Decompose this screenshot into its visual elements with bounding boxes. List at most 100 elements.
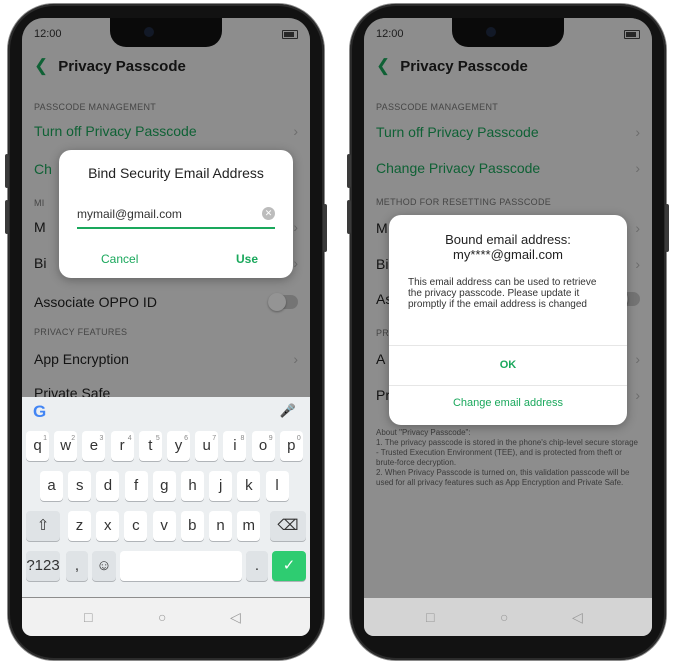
key-u[interactable]: u7 xyxy=(195,431,219,461)
key-label: ✓ xyxy=(282,557,296,574)
phone-right: 12:00 ❮ Privacy Passcode PASSCODE MANAGE… xyxy=(347,4,669,660)
key-hint: 8 xyxy=(240,435,245,442)
phone-left: 12:00 ❮ Privacy Passcode PASSCODE MANAGE… xyxy=(5,4,327,660)
key-d[interactable]: d xyxy=(96,471,120,501)
microphone-icon[interactable]: 🎤 xyxy=(280,403,296,419)
key-x[interactable]: x xyxy=(96,511,120,541)
key-g[interactable]: g xyxy=(152,471,176,501)
divider xyxy=(389,345,627,346)
space-key[interactable] xyxy=(120,551,242,581)
dialog-title-line1: Bound email address: xyxy=(445,232,571,247)
backspace-key[interactable]: ⌫ xyxy=(270,511,306,541)
volume-button xyxy=(347,154,351,188)
key-a[interactable]: a xyxy=(40,471,63,501)
key-label: t xyxy=(148,437,153,454)
divider xyxy=(389,385,627,386)
email-input[interactable] xyxy=(77,203,247,225)
key-l[interactable]: l xyxy=(265,471,289,501)
key-label: h xyxy=(188,477,197,494)
key-v[interactable]: v xyxy=(152,511,176,541)
key-label: o xyxy=(258,437,268,454)
key-label: z xyxy=(75,517,84,534)
key-label: b xyxy=(188,517,197,534)
key-e[interactable]: e3 xyxy=(82,431,106,461)
key-p[interactable]: p0 xyxy=(279,431,303,461)
google-icon[interactable]: G xyxy=(33,402,46,422)
symbols-key[interactable]: ?123 xyxy=(26,551,60,581)
key-label: d xyxy=(103,477,113,494)
change-email-button[interactable]: Change email address xyxy=(389,397,627,409)
key-b[interactable]: b xyxy=(180,511,204,541)
key-label: ?123 xyxy=(26,557,60,574)
key-label: u xyxy=(202,437,211,454)
key-hint: 0 xyxy=(296,435,301,442)
key-hint: 1 xyxy=(43,435,47,442)
key-w[interactable]: w2 xyxy=(54,431,78,461)
navigation-bar: □ ○ ◁ xyxy=(364,598,652,636)
key-s[interactable]: s xyxy=(68,471,92,501)
key-k[interactable]: k xyxy=(237,471,261,501)
key-label: x xyxy=(103,517,112,534)
dialog-title: Bind Security Email Address xyxy=(88,165,264,181)
key-label: w xyxy=(60,437,72,454)
navigation-bar: □ ○ ◁ xyxy=(22,598,310,636)
cancel-button[interactable]: Cancel xyxy=(101,252,138,266)
key-label: , xyxy=(74,557,80,574)
key-c[interactable]: c xyxy=(124,511,148,541)
key-label: m xyxy=(242,517,255,534)
key-o[interactable]: o9 xyxy=(251,431,275,461)
key-label: s xyxy=(75,477,84,494)
screen-right: 12:00 ❮ Privacy Passcode PASSCODE MANAGE… xyxy=(364,18,652,636)
emoji-key[interactable]: ☺ xyxy=(92,551,116,581)
key-label: c xyxy=(132,517,140,534)
key-q[interactable]: q1 xyxy=(26,431,49,461)
volume-button xyxy=(5,200,9,234)
key-label: ⇧ xyxy=(36,517,50,534)
dialog-body: This email address can be used to retrie… xyxy=(408,277,597,310)
period-key[interactable]: . xyxy=(246,551,268,581)
key-label: k xyxy=(245,477,253,494)
shift-key[interactable]: ⇧ xyxy=(26,511,60,541)
volume-button xyxy=(5,154,9,188)
key-hint: 5 xyxy=(155,435,160,442)
key-f[interactable]: f xyxy=(124,471,148,501)
ok-button[interactable]: OK xyxy=(389,359,627,371)
key-z[interactable]: z xyxy=(68,511,91,541)
key-i[interactable]: i8 xyxy=(223,431,247,461)
comma-key[interactable]: , xyxy=(66,551,88,581)
dialog-title: Bound email address: my****@gmail.com xyxy=(389,232,627,262)
back-icon[interactable]: ◁ xyxy=(572,609,583,626)
key-label: i xyxy=(233,437,237,454)
back-icon[interactable]: ◁ xyxy=(230,609,241,626)
key-label: q xyxy=(33,437,42,454)
key-m[interactable]: m xyxy=(237,511,261,541)
key-label: r xyxy=(119,437,125,454)
power-button xyxy=(323,204,327,252)
key-j[interactable]: j xyxy=(209,471,233,501)
key-h[interactable]: h xyxy=(181,471,204,501)
recent-apps-icon[interactable]: □ xyxy=(84,609,92,625)
key-label: e xyxy=(89,437,99,454)
email-field: ✕ xyxy=(77,203,275,229)
key-r[interactable]: r4 xyxy=(110,431,134,461)
clear-icon[interactable]: ✕ xyxy=(262,207,275,220)
key-label: n xyxy=(216,517,225,534)
keyboard: G 🎤 q 1 w 2 e 3 r 4 t 5 y 6 u 7 i 8 o 9 p 0 a s d f g h j k l ⇧ z x c v b n… xyxy=(22,397,310,597)
key-y[interactable]: y6 xyxy=(167,431,190,461)
key-hint: 7 xyxy=(212,435,217,442)
key-label: l xyxy=(275,477,279,494)
keyboard-toolbar: G 🎤 xyxy=(22,397,310,427)
home-icon[interactable]: ○ xyxy=(500,609,508,625)
dialog-title-line2: my****@gmail.com xyxy=(453,247,563,262)
key-hint: 4 xyxy=(127,435,132,442)
recent-apps-icon[interactable]: □ xyxy=(426,609,434,625)
home-icon[interactable]: ○ xyxy=(158,609,166,625)
key-t[interactable]: t5 xyxy=(138,431,162,461)
key-n[interactable]: n xyxy=(209,511,232,541)
enter-key[interactable]: ✓ xyxy=(272,551,306,581)
key-hint: 3 xyxy=(99,435,104,442)
volume-button xyxy=(347,200,351,234)
bound-email-dialog: Bound email address: my****@gmail.com Th… xyxy=(389,215,627,425)
power-button xyxy=(665,204,669,252)
use-button[interactable]: Use xyxy=(236,252,258,266)
